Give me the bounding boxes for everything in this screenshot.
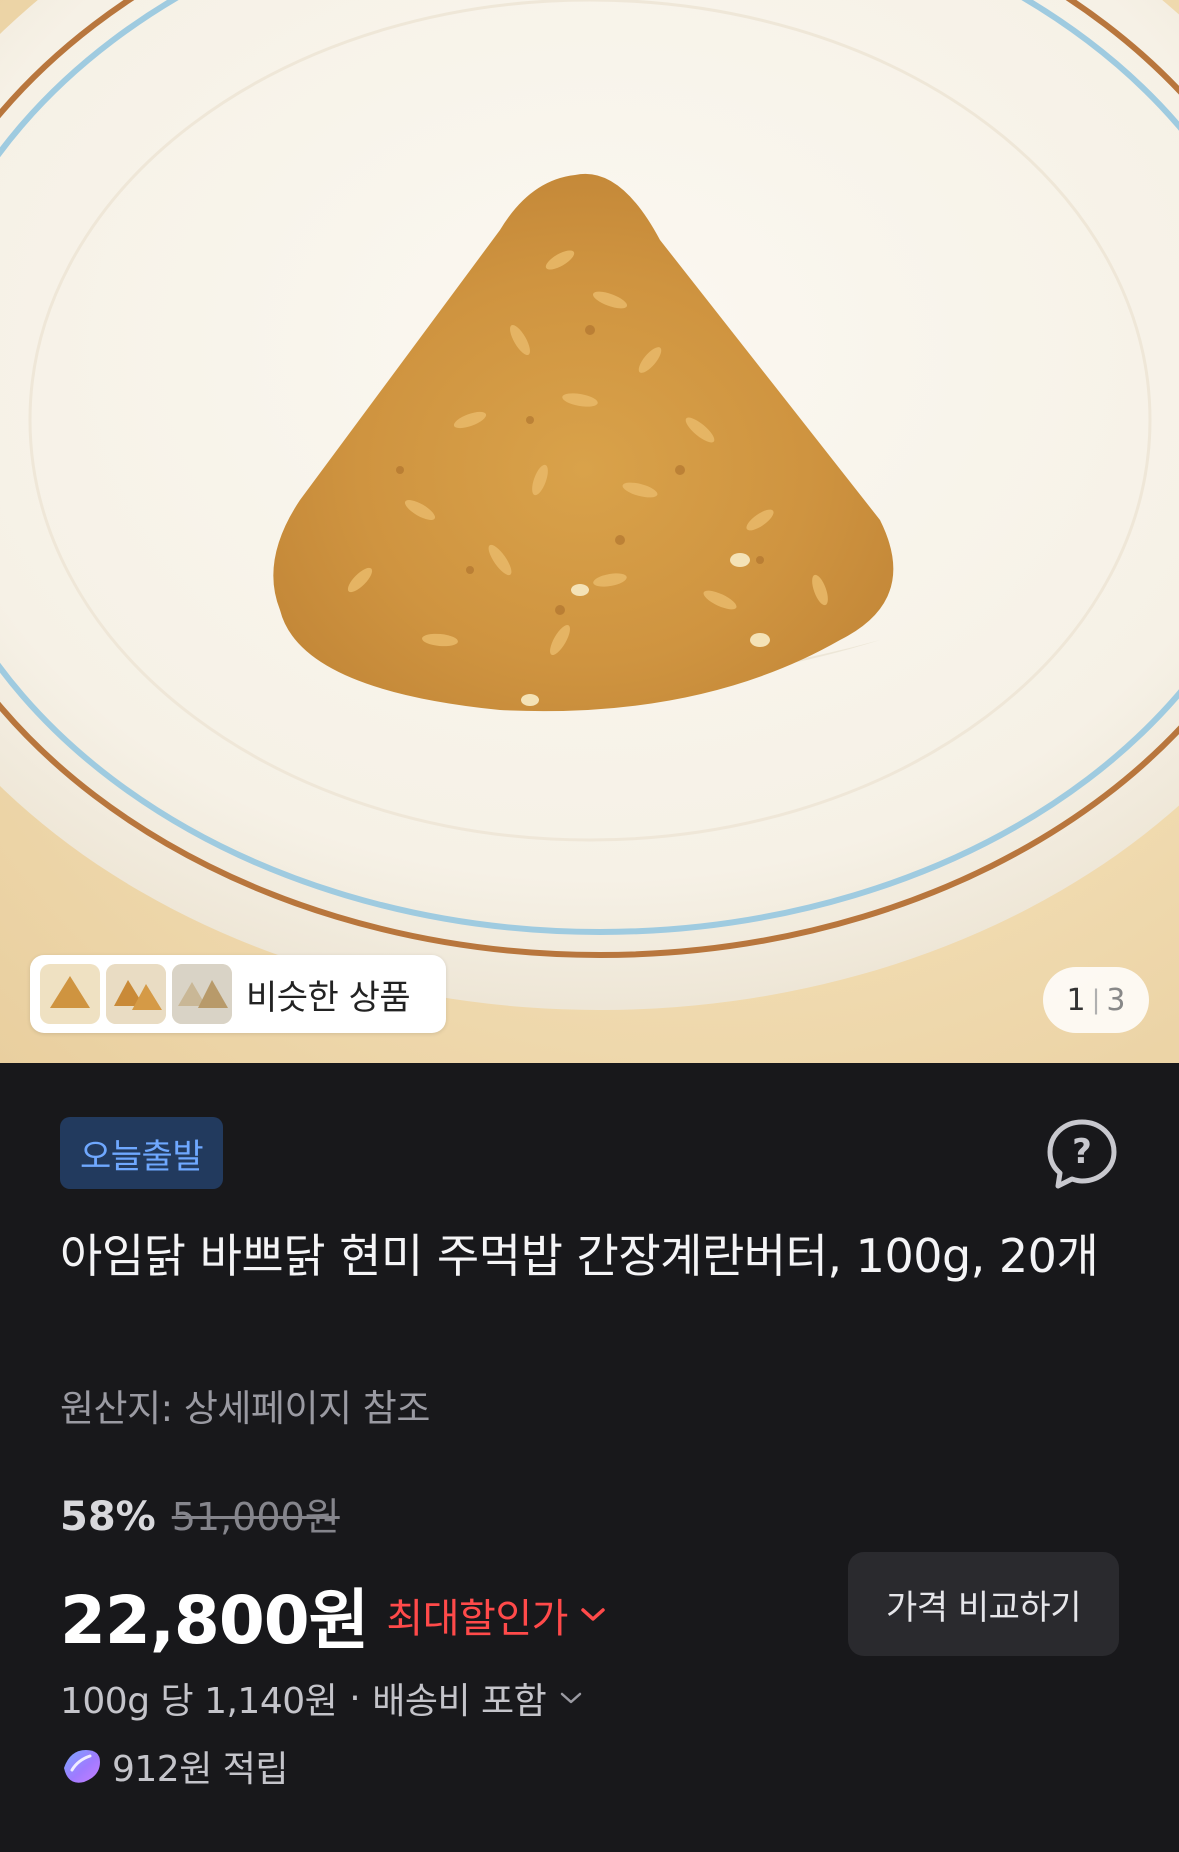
points-row: 912원 적립 [60, 1740, 289, 1792]
similar-thumb-2 [106, 964, 166, 1024]
page-separator: | [1091, 985, 1101, 1015]
points-icon [64, 1750, 100, 1783]
points-text: 912원 적립 [112, 1749, 289, 1790]
image-page-counter: 1 | 3 [1043, 967, 1149, 1033]
product-photo [0, 0, 1179, 1010]
svg-text:?: ? [1072, 1132, 1092, 1172]
product-title: 아임닭 바쁘닭 현미 주먹밥 간장계란버터, 100g, 20개 [60, 1229, 1099, 1283]
discount-percent: 58% [60, 1494, 156, 1540]
product-image-gallery[interactable]: 비슷한 상품 1 | 3 [0, 0, 1179, 1063]
unit-price: 100g 당 1,140원 [60, 1681, 338, 1722]
total-pages: 3 [1106, 982, 1126, 1018]
unit-price-row[interactable]: 100g 당 1,140원 · 배송비 포함 [60, 1672, 582, 1724]
question-bubble-icon[interactable]: ? [1044, 1116, 1120, 1192]
similar-thumb-1 [40, 964, 100, 1024]
chevron-down-icon [581, 1608, 605, 1621]
sale-price: 22,800원 [60, 1582, 369, 1659]
similar-thumb-3 [172, 964, 232, 1024]
discount-row: 58% 51,000원 [60, 1486, 340, 1541]
departure-today-badge: 오늘출발 [60, 1117, 224, 1189]
price-row: 22,800원 최대할인가 [60, 1567, 606, 1663]
price-compare-button[interactable]: 가격 비교하기 [848, 1552, 1119, 1656]
similar-products-button[interactable]: 비슷한 상품 [30, 955, 446, 1033]
current-page: 1 [1066, 982, 1086, 1018]
origin-info: 원산지: 상세페이지 참조 [60, 1387, 430, 1430]
original-price: 51,000원 [171, 1495, 340, 1539]
chevron-down-icon [561, 1692, 582, 1704]
max-discount-label: 최대할인가 [386, 1596, 568, 1642]
separator-dot: · [349, 1677, 361, 1719]
shipping-info: 배송비 포함 [372, 1681, 547, 1722]
similar-products-label: 비슷한 상품 [246, 977, 411, 1018]
max-discount-toggle[interactable]: 최대할인가 [386, 1586, 606, 1644]
